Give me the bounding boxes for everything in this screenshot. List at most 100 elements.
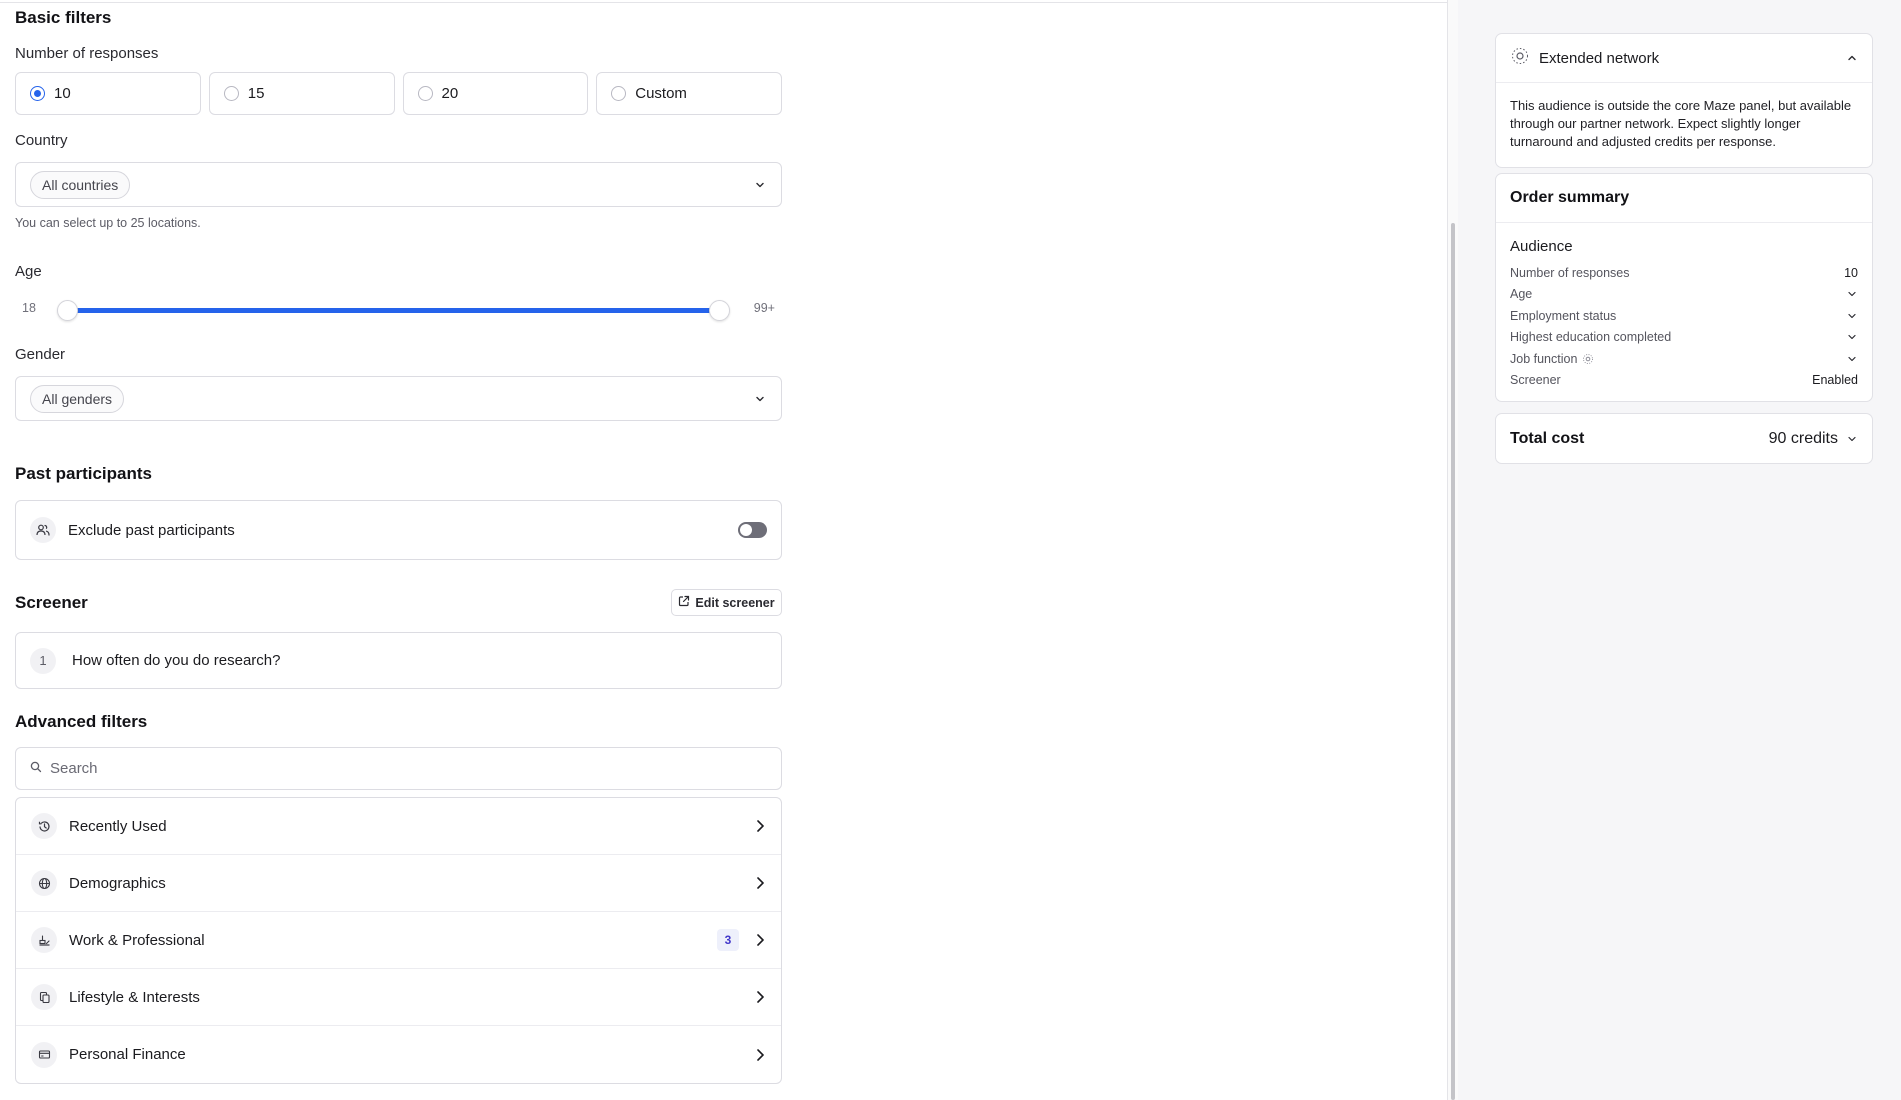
- age-min-label: 18: [22, 301, 36, 315]
- chevron-right-icon: [753, 990, 767, 1004]
- age-slider-track[interactable]: [57, 300, 730, 321]
- summary-row-age[interactable]: Age: [1510, 284, 1858, 306]
- summary-row-label: Age: [1510, 287, 1533, 302]
- country-select[interactable]: All countries: [15, 162, 782, 207]
- age-max-label: 99+: [753, 301, 775, 315]
- external-link-icon: [678, 595, 690, 610]
- order-summary-body: Audience Number of responses 10 Age Empl…: [1496, 223, 1872, 401]
- total-cost-card: Total cost 90 credits: [1495, 413, 1873, 464]
- category-label: Demographics: [69, 874, 166, 892]
- network-icon: [1582, 353, 1594, 365]
- extended-network-title: Extended network: [1539, 49, 1660, 67]
- extended-network-card: Extended network This audience is outsid…: [1495, 33, 1873, 168]
- response-option-label: 20: [441, 85, 459, 102]
- exclude-past-participants-toggle[interactable]: [738, 522, 767, 538]
- advanced-filters-search: [15, 747, 782, 790]
- category-label: Lifestyle & Interests: [69, 988, 200, 1006]
- gender-chip: All genders: [30, 384, 125, 413]
- summary-row-label: Employment status: [1510, 308, 1617, 323]
- summary-row-employment[interactable]: Employment status: [1510, 305, 1858, 327]
- chevron-right-icon: [753, 1048, 767, 1062]
- age-min-handle[interactable]: [57, 300, 78, 321]
- gender-label: Gender: [15, 346, 66, 363]
- screener-question[interactable]: 1 How often do you do research?: [15, 632, 782, 689]
- extended-network-header[interactable]: Extended network: [1496, 34, 1872, 83]
- response-option-10[interactable]: 10: [15, 72, 201, 115]
- briefcase-icon: [31, 927, 57, 953]
- summary-row-label: Job function: [1510, 351, 1578, 366]
- radio-indicator: [417, 86, 433, 101]
- summary-row-value: Enabled: [1812, 373, 1858, 388]
- order-summary-card: Order summary Audience Number of respons…: [1495, 173, 1873, 402]
- total-cost-label: Total cost: [1510, 429, 1585, 447]
- responses-label: Number of responses: [15, 45, 159, 62]
- search-input[interactable]: [50, 760, 781, 777]
- selected-count-badge: 3: [717, 929, 739, 951]
- country-chip: All countries: [30, 170, 131, 199]
- summary-row-screener: Screener Enabled: [1510, 370, 1858, 392]
- past-participants-title: Past participants: [15, 464, 152, 483]
- filter-category-lifestyle-interests[interactable]: Lifestyle & Interests: [16, 969, 781, 1026]
- chevron-right-icon: [753, 876, 767, 890]
- advanced-filters-title: Advanced filters: [15, 712, 148, 731]
- response-option-custom[interactable]: Custom: [596, 72, 782, 115]
- question-text: How often do you do research?: [72, 652, 281, 669]
- chevron-down-icon[interactable]: [1846, 310, 1858, 322]
- age-slider-fill: [67, 308, 719, 313]
- edit-screener-button[interactable]: Edit screener: [671, 589, 782, 616]
- edit-screener-label: Edit screener: [695, 595, 775, 610]
- summary-row-label: Number of responses: [1510, 265, 1630, 280]
- summary-row-responses: Number of responses 10: [1510, 262, 1858, 284]
- response-option-label: 10: [54, 85, 71, 102]
- chevron-down-icon[interactable]: [1846, 433, 1858, 445]
- filter-category-work-professional[interactable]: Work & Professional 3: [16, 912, 781, 969]
- network-icon: [1510, 46, 1530, 71]
- top-divider: [0, 0, 1448, 3]
- total-cost-value: 90 credits: [1768, 429, 1838, 447]
- chevron-up-icon: [1846, 52, 1858, 64]
- country-helper-text: You can select up to 25 locations.: [15, 216, 201, 230]
- chevron-down-icon[interactable]: [1846, 288, 1858, 300]
- filter-category-personal-finance[interactable]: Personal Finance: [16, 1026, 781, 1083]
- response-option-label: 15: [247, 85, 265, 102]
- exclude-past-participants-label: Exclude past participants: [68, 521, 235, 539]
- chevron-down-icon[interactable]: [1846, 331, 1858, 343]
- response-option-20[interactable]: 20: [402, 72, 589, 115]
- scrollbar-thumb[interactable]: [1451, 223, 1455, 1100]
- question-number: 1: [30, 647, 56, 674]
- chevron-right-icon: [753, 819, 767, 833]
- country-label: Country: [15, 132, 68, 149]
- gender-select[interactable]: All genders: [15, 376, 782, 421]
- age-range-slider: 18 99+: [15, 297, 782, 321]
- summary-row-label: Highest education completed: [1510, 330, 1672, 345]
- filter-category-demographics[interactable]: Demographics: [16, 855, 781, 912]
- response-option-15[interactable]: 15: [208, 72, 395, 115]
- age-max-handle[interactable]: [709, 300, 730, 321]
- chevron-right-icon: [753, 933, 767, 947]
- radio-indicator-selected: [30, 86, 45, 101]
- summary-row-value: 10: [1844, 265, 1858, 280]
- search-icon: [30, 760, 42, 778]
- history-icon: [31, 813, 57, 839]
- summary-row-education[interactable]: Highest education completed: [1510, 327, 1858, 349]
- summary-row-label: Screener: [1510, 373, 1561, 388]
- radio-indicator: [223, 86, 239, 101]
- chevron-down-icon[interactable]: [1846, 353, 1858, 365]
- exclude-past-participants-card: Exclude past participants: [15, 500, 782, 560]
- users-icon: [30, 517, 56, 543]
- age-label: Age: [15, 263, 42, 280]
- order-summary-title: Order summary: [1496, 174, 1872, 223]
- audience-label: Audience: [1510, 238, 1573, 255]
- advanced-filters-list: Recently Used Demographics Work & Profes…: [15, 797, 782, 1084]
- basic-filters-title: Basic filters: [15, 8, 112, 27]
- filter-category-recently-used[interactable]: Recently Used: [16, 798, 781, 855]
- total-cost-row[interactable]: Total cost 90 credits: [1496, 414, 1872, 463]
- lifestyle-icon: [31, 984, 57, 1010]
- category-label: Personal Finance: [69, 1046, 186, 1063]
- category-label: Work & Professional: [69, 931, 205, 949]
- chevron-down-icon: [753, 178, 767, 192]
- responses-radio-group: 10 15 20 Custom: [15, 72, 782, 115]
- summary-row-job-function[interactable]: Job function: [1510, 348, 1858, 370]
- category-label: Recently Used: [69, 817, 167, 835]
- globe-icon: [31, 870, 57, 896]
